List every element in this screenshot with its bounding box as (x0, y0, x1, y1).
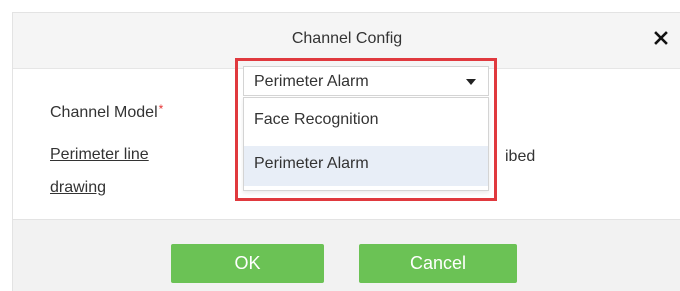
dialog-title: Channel Config (291, 30, 403, 47)
option-face-recognition[interactable]: Face Recognition (244, 102, 488, 142)
channel-model-select-highlight: Perimeter Alarm Face Recognition Perimet… (235, 58, 497, 201)
dialog-footer: OK Cancel (13, 219, 680, 291)
close-button[interactable] (649, 25, 673, 53)
chevron-down-icon (466, 79, 476, 85)
option-perimeter-alarm[interactable]: Perimeter Alarm (244, 146, 488, 186)
ok-button[interactable]: OK (171, 244, 324, 283)
perimeter-line-drawing-link[interactable]: Perimeter line (50, 146, 149, 164)
channel-model-dropdown: Face Recognition Perimeter Alarm (243, 97, 489, 191)
channel-model-label: Channel Model* (50, 102, 164, 122)
cancel-button[interactable]: Cancel (359, 244, 517, 283)
obscured-description-text: ibed (505, 148, 536, 165)
perimeter-line-drawing-link-continued[interactable]: drawing (50, 179, 106, 197)
channel-model-label-text: Channel Model (50, 104, 158, 121)
channel-model-select-value: Perimeter Alarm (254, 73, 369, 90)
required-marker: * (158, 102, 164, 116)
channel-model-select[interactable]: Perimeter Alarm (243, 66, 489, 96)
close-icon (654, 31, 668, 45)
